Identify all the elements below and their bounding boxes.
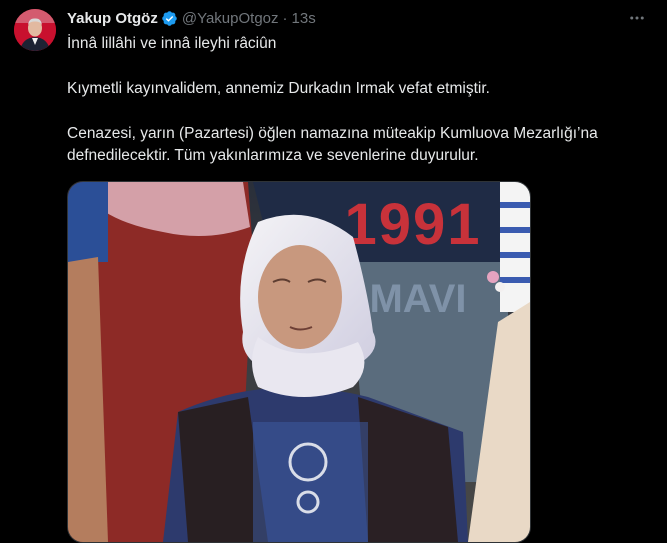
tweet-paragraph: Kıymetli kayınvalidem, annemiz Durkadın …: [67, 80, 490, 97]
shirt-brand: MAVI: [369, 277, 466, 321]
tweet-photo[interactable]: 1991 MAVI: [67, 181, 531, 543]
tweet-header: Yakup Otgöz @YakupOtgoz · 13s: [67, 8, 316, 28]
verified-badge-icon[interactable]: [161, 10, 178, 27]
shirt-number: 1991: [344, 192, 481, 257]
tweet-timestamp[interactable]: 13s: [292, 10, 316, 27]
tweet[interactable]: Yakup Otgöz @YakupOtgoz · 13s İnnâ lillâ…: [0, 0, 667, 543]
tweet-text: İnnâ lillâhi ve innâ ileyhi râciûn Kıyme…: [67, 33, 652, 167]
author-handle[interactable]: @YakupOtgoz: [182, 10, 279, 27]
author-avatar[interactable]: [14, 9, 56, 51]
more-options-button[interactable]: [626, 8, 648, 28]
tweet-paragraph: Cenazesi, yarın (Pazartesi) öğlen namazı…: [67, 125, 598, 164]
author-name[interactable]: Yakup Otgöz: [67, 10, 158, 27]
more-horizontal-icon: [630, 16, 644, 20]
tweet-paragraph: İnnâ lillâhi ve innâ ileyhi râciûn: [67, 35, 277, 52]
header-separator: ·: [282, 9, 288, 27]
